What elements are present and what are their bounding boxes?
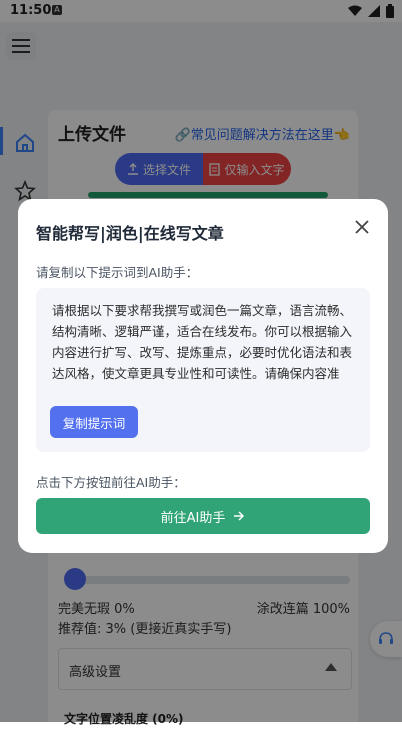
dialog-footer-label: 点击下方按钮前往AI助手： bbox=[36, 475, 186, 490]
close-icon[interactable] bbox=[352, 217, 372, 237]
prompt-text: 请根据以下要求帮我撰写或润色一篇文章，语言流畅、结构清晰、逻辑严谨，适合在线发布… bbox=[52, 303, 353, 381]
ai-assistant-dialog: 智能帮写|润色|在线写文章 请复制以下提示词到AI助手： 请根据以下要求帮我撰写… bbox=[18, 199, 388, 553]
dialog-subtitle: 请复制以下提示词到AI助手： bbox=[36, 265, 199, 280]
prompt-box: 请根据以下要求帮我撰写或润色一篇文章，语言流畅、结构清晰、逻辑严谨，适合在线发布… bbox=[36, 288, 370, 452]
go-to-ai-button[interactable]: 前往AI助手 bbox=[36, 498, 370, 534]
dialog-title: 智能帮写|润色|在线写文章 bbox=[36, 224, 224, 243]
arrow-right-icon bbox=[234, 511, 245, 521]
copy-prompt-button[interactable]: 复制提示词 bbox=[50, 406, 138, 438]
go-to-ai-label: 前往AI助手 bbox=[160, 510, 226, 526]
